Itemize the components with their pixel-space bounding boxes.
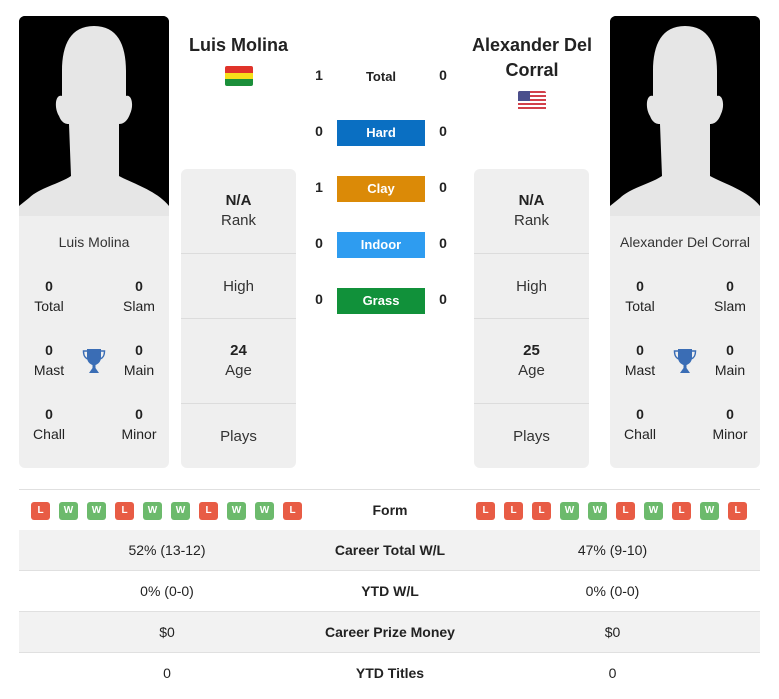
- player2-name[interactable]: Alexander Del Corral: [464, 33, 600, 83]
- form-win-badge[interactable]: W: [644, 502, 663, 520]
- divider: [474, 403, 589, 404]
- player1-card-name: Luis Molina: [58, 234, 130, 250]
- divider: [181, 253, 296, 254]
- form-win-badge[interactable]: W: [700, 502, 719, 520]
- ytd-wl-row: 0% (0-0) YTD W/L 0% (0-0): [19, 571, 760, 612]
- row-label: YTD Titles: [355, 665, 425, 681]
- silhouette-icon: [19, 16, 169, 216]
- form-win-badge[interactable]: W: [588, 502, 607, 520]
- h2h-hard-p1: 0: [315, 123, 323, 139]
- h2h-clay-p1: 1: [315, 179, 323, 195]
- player1-info-column: N/A Rank High 24 Age Plays: [181, 169, 296, 468]
- player2-card-name: Alexander Del Corral: [620, 234, 750, 250]
- player2-photo: [610, 16, 760, 216]
- player1-ytd-wl: 0% (0-0): [140, 583, 194, 599]
- form-loss-badge[interactable]: L: [283, 502, 302, 520]
- h2h-total-p1: 1: [315, 67, 323, 83]
- form-loss-badge[interactable]: L: [199, 502, 218, 520]
- h2h-hard-p2: 0: [439, 123, 447, 139]
- trophy-icon: [82, 349, 106, 373]
- player2-career-wl: 47% (9-10): [577, 542, 648, 558]
- player1-chall-titles: 0 Chall: [33, 406, 65, 442]
- form-win-badge[interactable]: W: [171, 502, 190, 520]
- player2-main-titles: 0 Main: [714, 342, 746, 378]
- divider: [181, 403, 296, 404]
- row-label: Career Total W/L: [334, 542, 446, 558]
- player1-rank: N/A Rank: [220, 192, 257, 229]
- form-loss-badge[interactable]: L: [31, 502, 50, 520]
- player1-photo: [19, 16, 169, 216]
- form-win-badge[interactable]: W: [59, 502, 78, 520]
- player1-titles-card: Luis Molina 0 Total 0 Slam 0 Mast 0 Main…: [19, 216, 169, 468]
- player2-high: High: [516, 278, 547, 295]
- player2-rank: N/A Rank: [513, 192, 550, 229]
- player1-name[interactable]: Luis Molina: [181, 33, 296, 58]
- player1-high: High: [223, 278, 254, 295]
- player1-ytd-titles: 0: [163, 665, 171, 681]
- player2-total-titles: 0 Total: [625, 278, 655, 314]
- form-win-badge[interactable]: W: [143, 502, 162, 520]
- form-win-badge[interactable]: W: [87, 502, 106, 520]
- player2-ytd-titles: 0: [608, 665, 617, 681]
- player2-ytd-wl: 0% (0-0): [585, 583, 640, 599]
- player2-mast-titles: 0 Mast: [624, 342, 656, 378]
- usa-flag-icon: [518, 91, 546, 111]
- divider: [474, 253, 589, 254]
- h2h-grass-p2: 0: [439, 291, 447, 307]
- surface-clay-badge[interactable]: Clay: [337, 176, 425, 202]
- surface-grass-badge[interactable]: Grass: [337, 288, 425, 314]
- form-loss-badge[interactable]: L: [504, 502, 523, 520]
- form-loss-badge[interactable]: L: [728, 502, 747, 520]
- ytd-titles-row: 0 YTD Titles 0: [19, 653, 760, 693]
- player1-career-wl: 52% (13-12): [128, 542, 206, 558]
- form-win-badge[interactable]: W: [255, 502, 274, 520]
- player2-info-column: N/A Rank High 25 Age Plays: [474, 169, 589, 468]
- career-prize-row: $0 Career Prize Money $0: [19, 612, 760, 653]
- player2-titles-card: Alexander Del Corral 0 Total 0 Slam 0 Ma…: [610, 216, 760, 468]
- player2-age: 25 Age: [518, 342, 545, 379]
- player1-slam-titles: 0 Slam: [123, 278, 155, 314]
- form-loss-badge[interactable]: L: [672, 502, 691, 520]
- form-loss-badge[interactable]: L: [616, 502, 635, 520]
- player2-plays: Plays: [513, 428, 550, 445]
- form-loss-badge[interactable]: L: [476, 502, 495, 520]
- form-loss-badge[interactable]: L: [532, 502, 551, 520]
- h2h-indoor-p2: 0: [439, 235, 447, 251]
- surface-hard-badge[interactable]: Hard: [337, 120, 425, 146]
- form-loss-badge[interactable]: L: [115, 502, 134, 520]
- divider: [181, 318, 296, 319]
- surface-indoor-badge[interactable]: Indoor: [337, 232, 425, 258]
- form-label: Form: [372, 502, 408, 518]
- form-win-badge[interactable]: W: [560, 502, 579, 520]
- player2-minor-titles: 0 Minor: [712, 406, 748, 442]
- silhouette-icon: [610, 16, 760, 216]
- form-row: LWWLWWLWWL Form LLLWWLWLWL: [19, 489, 760, 531]
- player1-main-titles: 0 Main: [123, 342, 155, 378]
- h2h-clay-p2: 0: [439, 179, 447, 195]
- row-label: YTD W/L: [361, 583, 419, 599]
- player1-plays: Plays: [220, 428, 257, 445]
- player1-age: 24 Age: [225, 342, 252, 379]
- trophy-icon: [673, 349, 697, 373]
- player2-prize: $0: [604, 624, 621, 640]
- bolivia-flag-icon: [225, 66, 253, 86]
- row-label: Career Prize Money: [325, 624, 455, 640]
- h2h-total-p2: 0: [439, 67, 447, 83]
- career-total-wl-row: 52% (13-12) Career Total W/L 47% (9-10): [19, 530, 760, 571]
- player1-minor-titles: 0 Minor: [121, 406, 157, 442]
- player1-total-titles: 0 Total: [34, 278, 64, 314]
- divider: [474, 318, 589, 319]
- player1-prize: $0: [159, 624, 175, 640]
- h2h-grass-p1: 0: [315, 291, 323, 307]
- player2-chall-titles: 0 Chall: [624, 406, 656, 442]
- h2h-total-label: Total: [365, 69, 397, 84]
- form-win-badge[interactable]: W: [227, 502, 246, 520]
- h2h-indoor-p1: 0: [315, 235, 323, 251]
- player1-mast-titles: 0 Mast: [33, 342, 65, 378]
- player2-slam-titles: 0 Slam: [714, 278, 746, 314]
